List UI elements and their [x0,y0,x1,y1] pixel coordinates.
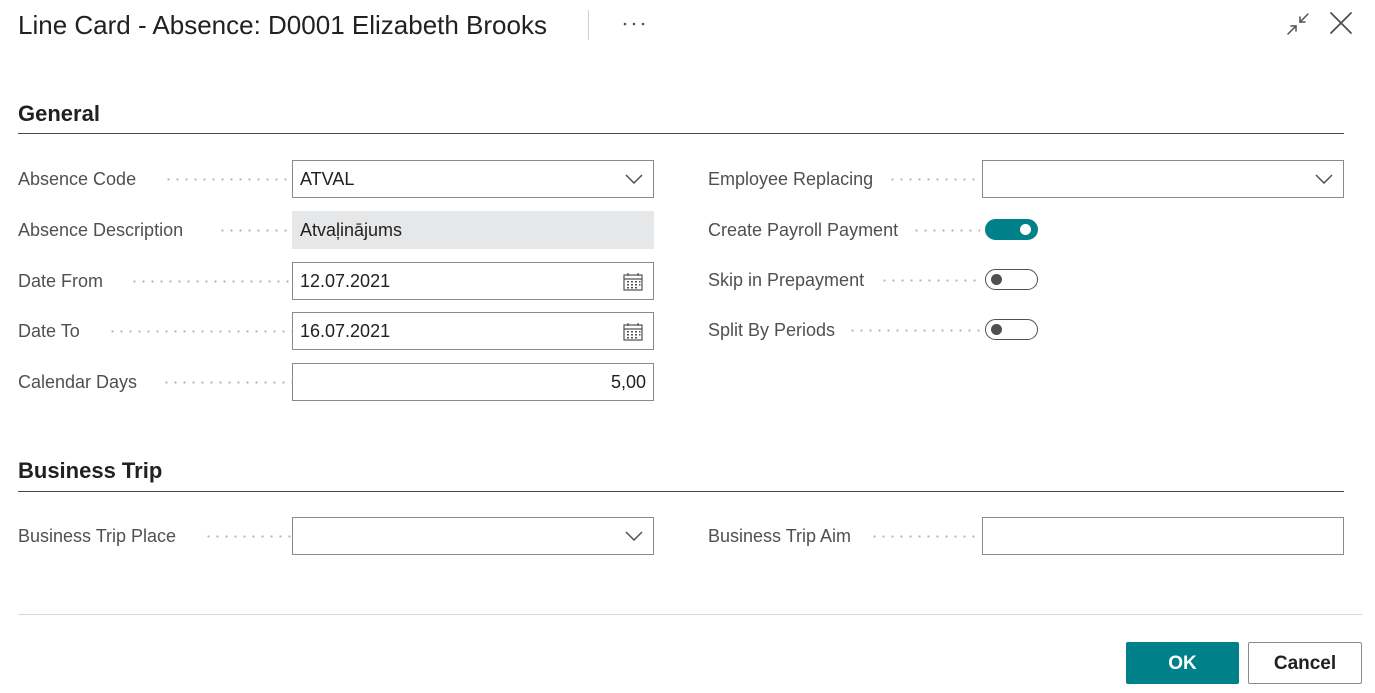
date-to-label: Date To [18,321,80,341]
calendar-icon[interactable] [623,272,643,291]
date-from-row: Date From 12.07.2021 [18,262,654,300]
section-business-trip-divider [18,491,1344,492]
skip-in-prepayment-label: Skip in Prepayment [708,270,865,290]
chevron-down-icon [625,531,643,541]
create-payroll-payment-toggle[interactable] [985,219,1038,240]
chevron-down-icon [625,174,643,184]
leader-dots [204,535,300,538]
absence-code-select[interactable]: ATVAL [292,160,654,198]
business-trip-aim-row: Business Trip Aim [708,517,1344,555]
date-to-value: 16.07.2021 [300,321,391,341]
split-by-periods-label: Split By Periods [708,320,836,340]
absence-code-label: Absence Code [18,169,137,189]
footer-divider [18,614,1362,615]
business-trip-aim-field[interactable] [982,517,1344,555]
date-to-field[interactable]: 16.07.2021 [292,312,654,350]
employee-replacing-label: Employee Replacing [708,169,874,189]
absence-description-row: Absence Description Atvaļinājums [18,211,654,249]
section-general-divider [18,133,1344,134]
leader-dots [848,329,980,332]
leader-dots [108,330,300,333]
employee-replacing-row: Employee Replacing [708,160,1344,198]
split-by-periods-row: Split By Periods [708,311,1344,349]
leader-dots [164,178,300,181]
cancel-button[interactable]: Cancel [1248,642,1362,684]
leader-dots [888,178,980,181]
ok-button[interactable]: OK [1126,642,1239,684]
collapse-button[interactable] [1284,10,1312,38]
create-payroll-payment-label: Create Payroll Payment [708,220,899,240]
business-trip-place-row: Business Trip Place [18,517,654,555]
leader-dots [130,280,300,283]
skip-in-prepayment-toggle[interactable] [985,269,1038,290]
calendar-days-value: 5,00 [610,372,646,392]
create-payroll-payment-row: Create Payroll Payment [708,211,1344,249]
skip-in-prepayment-row: Skip in Prepayment [708,261,1344,299]
page-title: Line Card - Absence: D0001 Elizabeth Bro… [18,10,547,40]
absence-code-row: Absence Code ATVAL [18,160,654,198]
title-divider [588,10,589,40]
collapse-icon [1287,13,1309,35]
leader-dots [912,229,980,232]
calendar-days-row: Calendar Days 5,00 [18,363,654,401]
business-trip-place-select[interactable] [292,517,654,555]
leader-dots [218,229,300,232]
employee-replacing-select[interactable] [982,160,1344,198]
business-trip-aim-label: Business Trip Aim [708,526,852,546]
split-by-periods-toggle[interactable] [985,319,1038,340]
toggle-knob [991,274,1002,285]
ellipsis-icon [623,22,645,26]
date-from-field[interactable]: 12.07.2021 [292,262,654,300]
date-from-value: 12.07.2021 [300,271,391,291]
calendar-days-field[interactable]: 5,00 [292,363,654,401]
calendar-days-label: Calendar Days [18,372,138,392]
section-general-title[interactable]: General [18,100,100,128]
line-card-dialog: Line Card - Absence: D0001 Elizabeth Bro… [0,0,1375,693]
leader-dots [870,535,980,538]
close-icon [1330,12,1352,34]
section-business-trip-title[interactable]: Business Trip [18,457,162,485]
business-trip-place-label: Business Trip Place [18,526,177,546]
more-actions-button[interactable] [620,10,648,38]
toggle-knob [991,324,1002,335]
absence-code-value: ATVAL [300,169,355,189]
chevron-down-icon [1315,174,1333,184]
leader-dots [880,279,980,282]
absence-description-field: Atvaļinājums [292,211,654,249]
leader-dots [162,381,300,384]
date-from-label: Date From [18,271,104,291]
absence-description-value: Atvaļinājums [300,220,403,240]
toggle-knob [1020,224,1031,235]
calendar-icon[interactable] [623,322,643,341]
close-button[interactable] [1327,9,1355,37]
date-to-row: Date To 16.07.2021 [18,312,654,350]
absence-description-label: Absence Description [18,220,184,240]
